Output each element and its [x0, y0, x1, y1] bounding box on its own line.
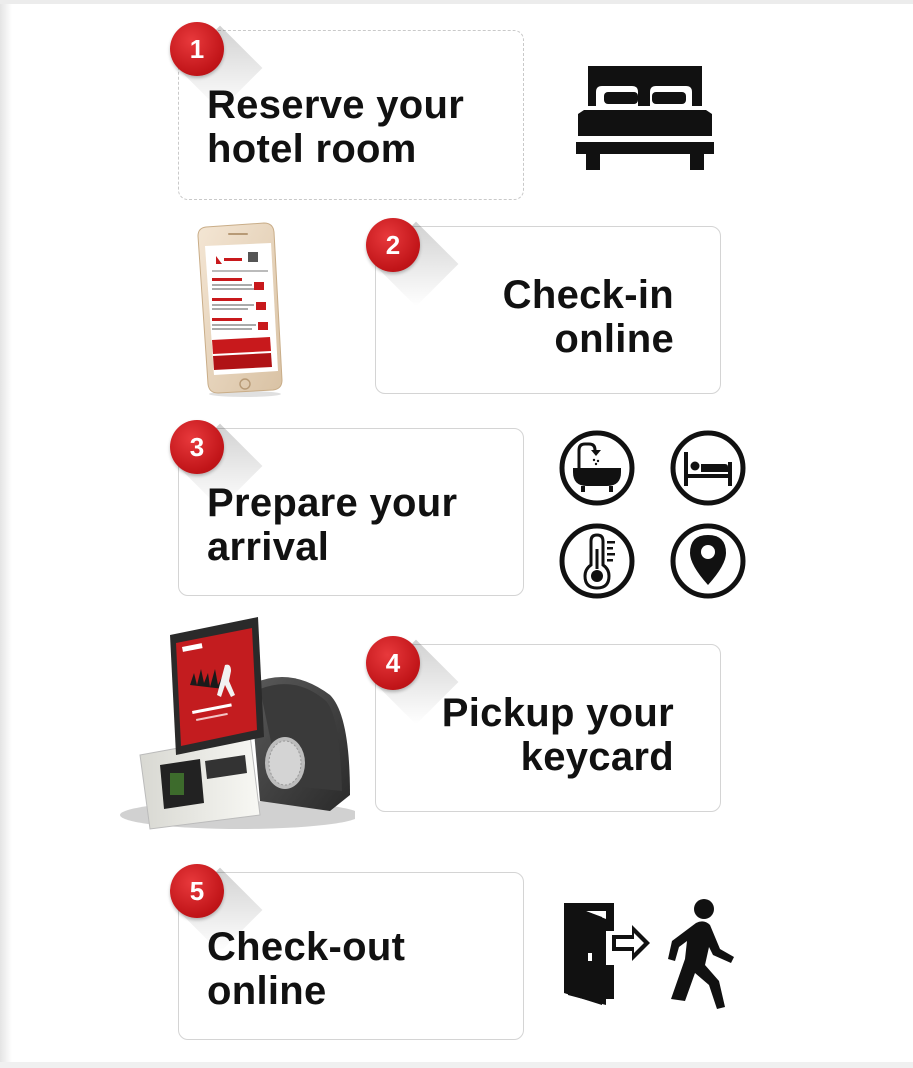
step-1-badge: 1 [170, 22, 224, 76]
location-pin-icon [670, 523, 746, 599]
step-4-line1: Pickup your [441, 691, 674, 735]
exit-door-walking-person-icon [564, 899, 734, 1009]
step-2-title: Check-in online [503, 273, 674, 361]
page-top-edge [0, 0, 913, 4]
step-5-line2: online [207, 969, 327, 1013]
step-2-line1: Check-in [502, 273, 674, 317]
sleeping-bed-icon [670, 430, 746, 506]
step-3-line2: arrival [207, 525, 330, 569]
step-3-title: Prepare your arrival [207, 481, 457, 569]
thermometer-icon [559, 523, 635, 599]
step-4-badge: 4 [366, 636, 420, 690]
step-5-badge: 5 [170, 864, 224, 918]
page-bottom-edge [0, 1062, 913, 1068]
page-left-edge [0, 0, 12, 1068]
step-5-title: Check-out online [207, 925, 405, 1013]
step-4-line2: keycard [520, 735, 674, 779]
step-3-line1: Prepare your [207, 481, 458, 525]
bed-icon [576, 66, 714, 170]
kiosk-image [120, 617, 355, 830]
step-2-badge: 2 [366, 218, 420, 272]
step-4-title: Pickup your keycard [442, 691, 674, 779]
smartphone-image [197, 222, 283, 397]
step-1-title: Reserve your hotel room [207, 83, 464, 171]
step-2-line2: online [554, 317, 674, 361]
step-3-badge: 3 [170, 420, 224, 474]
bathtub-icon [559, 430, 635, 506]
step-1-line1: Reserve your [207, 83, 465, 127]
step-1-line2: hotel room [207, 127, 417, 171]
